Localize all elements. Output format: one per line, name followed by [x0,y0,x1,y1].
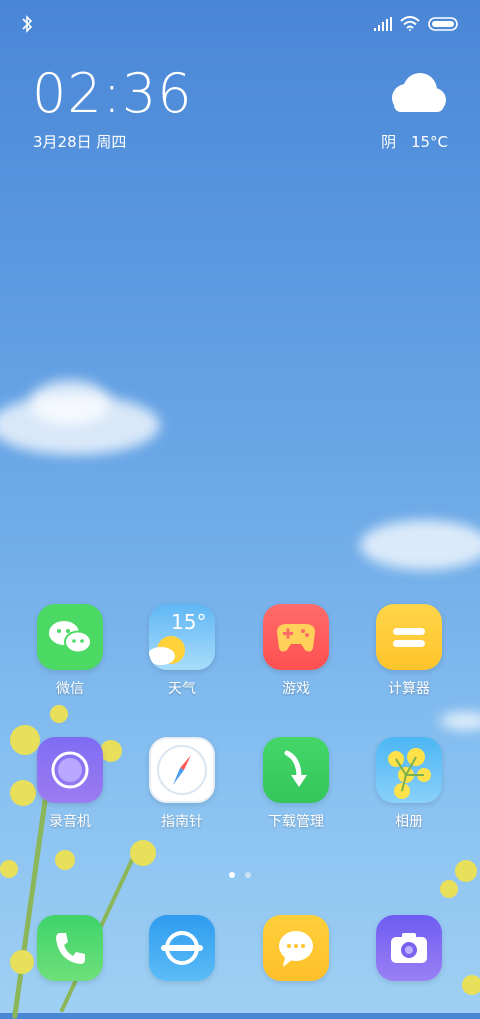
compass-icon [149,737,215,803]
clock-time[interactable]: 02:36 [32,62,193,125]
app-label: 计算器 [388,681,430,697]
dock-messages[interactable] [251,915,341,981]
app-calculator[interactable]: 计算器 [364,604,454,698]
signal-icon [374,16,392,31]
flower [130,840,156,866]
weather-temperature: 15°C [410,133,448,151]
background-cloud [30,380,110,425]
flower [440,880,458,898]
app-gallery[interactable]: 相册 [364,737,454,831]
background-cloud [360,520,480,570]
page-dot[interactable] [245,872,251,878]
app-label: 指南针 [161,814,203,830]
wechat-icon [37,604,103,670]
app-wechat[interactable]: 微信 [25,604,115,698]
flower [455,860,477,882]
app-label: 录音机 [49,814,91,830]
page-dot-active[interactable] [229,872,235,878]
status-bar [0,0,480,50]
app-compass[interactable]: 指南针 [137,737,227,831]
recorder-icon [37,737,103,803]
battery-icon [428,16,458,31]
bluetooth-icon [22,15,33,33]
weather-summary[interactable]: 阴 15°C [381,131,448,152]
app-downloads[interactable]: 下载管理 [251,737,341,831]
app-recorder[interactable]: 录音机 [25,737,115,831]
dock-phone[interactable] [25,915,115,981]
background-cloud [440,712,480,730]
app-games[interactable]: 游戏 [251,604,341,698]
app-label: 微信 [56,681,84,697]
app-label: 下载管理 [268,814,324,830]
app-label: 相册 [395,814,423,830]
browser-icon [149,915,215,981]
dock-camera[interactable] [364,915,454,981]
download-icon [263,737,329,803]
weather-app-icon: 15° [149,604,215,670]
flower [55,850,75,870]
app-label: 游戏 [282,681,310,697]
camera-icon [376,915,442,981]
dock-browser[interactable] [137,915,227,981]
phone-icon [37,915,103,981]
app-label: 天气 [168,681,196,697]
flower [462,975,480,995]
flower [50,705,68,723]
gamepad-icon [263,604,329,670]
clock-date[interactable]: 3月28日 周四 [33,131,126,152]
cloud-icon[interactable] [386,72,448,114]
calculator-icon [376,604,442,670]
page-indicator[interactable] [0,872,480,878]
wifi-icon [400,16,420,31]
gallery-icon [376,737,442,803]
messages-icon [263,915,329,981]
weather-condition: 阴 [381,133,397,151]
app-weather[interactable]: 15° 天气 [137,604,227,698]
